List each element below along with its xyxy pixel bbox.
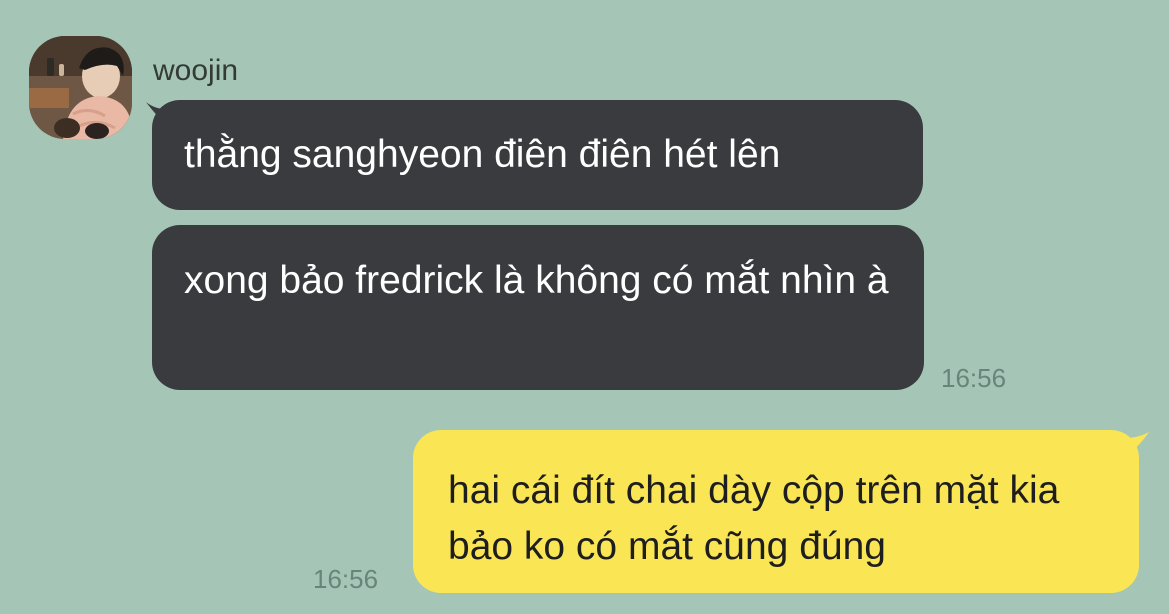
message-text: hai cái đít chai dày cộp trên mặt kia bả… <box>448 469 1060 568</box>
incoming-message-bubble[interactable]: xong bảo fredrick là không có mắt nhìn à <box>152 225 924 390</box>
incoming-message-bubble[interactable]: thằng sanghyeon điên điên hét lên <box>152 100 923 210</box>
avatar-photo-icon <box>29 36 132 139</box>
sender-name: woojin <box>153 54 239 87</box>
message-text: xong bảo fredrick là không có mắt nhìn à <box>184 259 889 302</box>
message-text: thằng sanghyeon điên điên hét lên <box>184 133 781 176</box>
sender-avatar[interactable] <box>29 36 132 139</box>
message-timestamp: 16:56 <box>941 363 1007 393</box>
outgoing-message-bubble[interactable]: hai cái đít chai dày cộp trên mặt kia bả… <box>413 430 1139 593</box>
message-timestamp: 16:56 <box>313 564 379 594</box>
